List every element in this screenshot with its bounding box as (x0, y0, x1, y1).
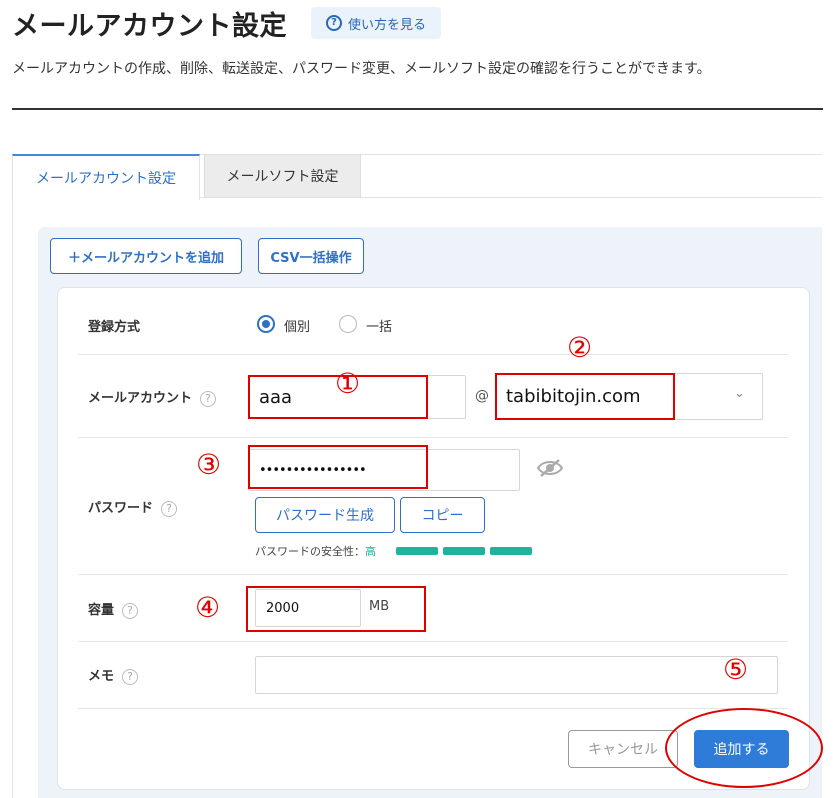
eye-off-icon[interactable] (536, 458, 564, 478)
help-button[interactable]: ? 使い方を見る (311, 7, 441, 39)
password-strength-meter (396, 547, 532, 555)
radio-bulk-label: 一括 (366, 320, 393, 335)
password-label: パスワード? (88, 497, 178, 517)
memo-label: メモ? (88, 665, 139, 685)
capacity-label-text: 容量 (88, 603, 115, 618)
title-divider (12, 108, 823, 110)
radio-individual-label: 個別 (284, 320, 311, 335)
radio-bulk[interactable] (339, 315, 357, 333)
tab-mail-software-settings[interactable]: メールソフト設定 (204, 154, 361, 198)
strength-segment (490, 547, 532, 555)
help-icon[interactable]: ? (161, 500, 178, 517)
page-title: メールアカウント設定 (12, 11, 287, 42)
annotation-5: ⑤ (723, 653, 749, 686)
password-strength-value: 高 (365, 545, 376, 558)
annotation-box-4 (246, 586, 426, 632)
password-label-text: パスワード (88, 501, 154, 516)
annotation-ellipse-5 (665, 708, 823, 788)
annotation-1: ① (335, 367, 361, 400)
annotation-4: ④ (195, 591, 221, 624)
memo-input[interactable] (255, 656, 778, 694)
annotation-box-2 (495, 373, 675, 420)
memo-label-text: メモ (88, 669, 115, 684)
row-divider (78, 437, 788, 438)
annotation-box-3 (248, 445, 428, 489)
generate-password-button[interactable]: パスワード生成 (255, 497, 395, 533)
at-sign: @ (475, 388, 489, 404)
strength-segment (443, 547, 485, 555)
radio-individual[interactable] (257, 315, 275, 333)
row-divider (78, 708, 788, 709)
copy-password-button[interactable]: コピー (400, 497, 485, 533)
mail-account-label-text: メールアカウント (88, 391, 193, 406)
password-strength-label: パスワードの安全性： (255, 545, 365, 558)
help-icon[interactable]: ? (122, 668, 139, 685)
annotation-3: ③ (196, 448, 222, 481)
question-icon: ? (325, 15, 342, 31)
registration-method-label: 登録方式 (88, 320, 141, 335)
help-icon[interactable]: ? (122, 602, 139, 619)
help-icon[interactable]: ? (200, 390, 217, 407)
help-button-label: 使い方を見る (347, 17, 426, 33)
password-strength: パスワードの安全性：高 (255, 543, 376, 559)
tab-mail-account-settings[interactable]: メールアカウント設定 (12, 154, 200, 200)
row-divider (78, 641, 788, 642)
row-divider (78, 574, 788, 575)
annotation-2: ② (567, 331, 593, 364)
page-description: メールアカウントの作成、削除、転送設定、パスワード変更、メールソフト設定の確認を… (12, 61, 711, 77)
mail-account-label: メールアカウント? (88, 387, 217, 407)
capacity-label: 容量? (88, 599, 139, 619)
strength-segment (396, 547, 438, 555)
csv-bulk-button[interactable]: CSV一括操作 (258, 238, 364, 274)
cancel-button[interactable]: キャンセル (568, 730, 678, 768)
row-divider (78, 354, 788, 355)
chevron-down-icon: ⌄ (734, 386, 745, 401)
add-mail-account-button[interactable]: ＋メールアカウントを追加 (50, 238, 242, 274)
